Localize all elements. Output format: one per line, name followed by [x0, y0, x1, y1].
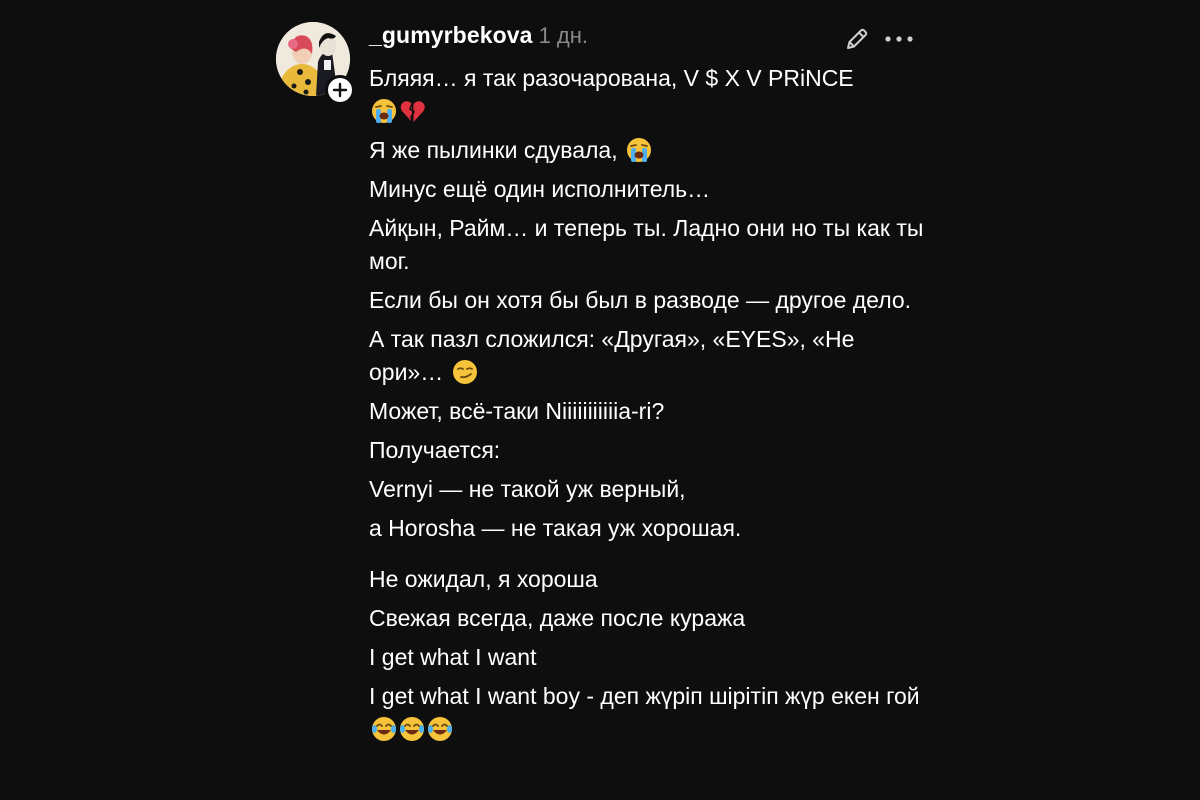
post-line: Получается:: [369, 437, 501, 463]
post-line: а Horosha — не такая уж хорошая.: [369, 515, 742, 541]
ellipsis-icon: [885, 36, 913, 42]
avatar-container[interactable]: [276, 22, 355, 105]
pencil-icon: [847, 28, 868, 49]
loudly-crying-face-icon: [626, 137, 652, 163]
post-line: Может, всё-таки Niiiiiiiiiiia-ri?: [369, 398, 665, 424]
post-body: Бляяя… я так разочарована, V $ X V PRiNC…: [369, 62, 929, 752]
post-line-text: Я же пылинки сдувала,: [369, 137, 618, 163]
post-line: Я же пылинки сдувала,: [369, 134, 929, 167]
post-line-text: I get what I want boy - деп жүріп шіріті…: [369, 683, 920, 709]
post-line-text: А так пазл сложился: «Другая», «EYES», «…: [369, 326, 855, 385]
face-with-tears-of-joy-icon: [399, 716, 425, 742]
broken-heart-icon: [399, 98, 425, 124]
post-line: Минус ещё один исполнитель…: [369, 176, 711, 202]
edit-button[interactable]: [842, 24, 872, 54]
post-line-text: Бляяя… я так разочарована, V $ X V PRiNC…: [369, 65, 854, 91]
post-line: Айқын, Райм… и теперь ты. Ладно они но т…: [369, 215, 924, 274]
post-line: Бляяя… я так разочарована, V $ X V PRiNC…: [369, 62, 929, 128]
post-line: Если бы он хотя бы был в разводе — друго…: [369, 287, 912, 313]
post-line: А так пазл сложился: «Другая», «EYES», «…: [369, 323, 929, 389]
post-line: Vernyi — не такой уж верный,: [369, 476, 686, 502]
post-line: Не ожидал, я хороша: [369, 566, 598, 592]
more-options-button[interactable]: [882, 24, 916, 54]
username-link[interactable]: _gumyrbekova: [369, 22, 533, 49]
follow-button[interactable]: [325, 75, 355, 105]
post-timestamp: 1 дн.: [538, 23, 589, 48]
post: _gumyrbekova 1 дн. Бляяя… я так разочаро…: [276, 22, 926, 800]
post-line: Свежая всегда, даже после куража: [369, 605, 746, 631]
plus-icon: [332, 82, 348, 98]
face-with-tears-of-joy-icon: [371, 716, 397, 742]
smirking-face-icon: [452, 359, 478, 385]
post-actions: [842, 24, 916, 54]
face-with-tears-of-joy-icon: [427, 716, 453, 742]
post-line: I get what I want boy - деп жүріп шіріті…: [369, 680, 929, 746]
post-line: I get what I want: [369, 644, 537, 670]
post-header: _gumyrbekova 1 дн.: [369, 22, 588, 52]
loudly-crying-face-icon: [371, 98, 397, 124]
